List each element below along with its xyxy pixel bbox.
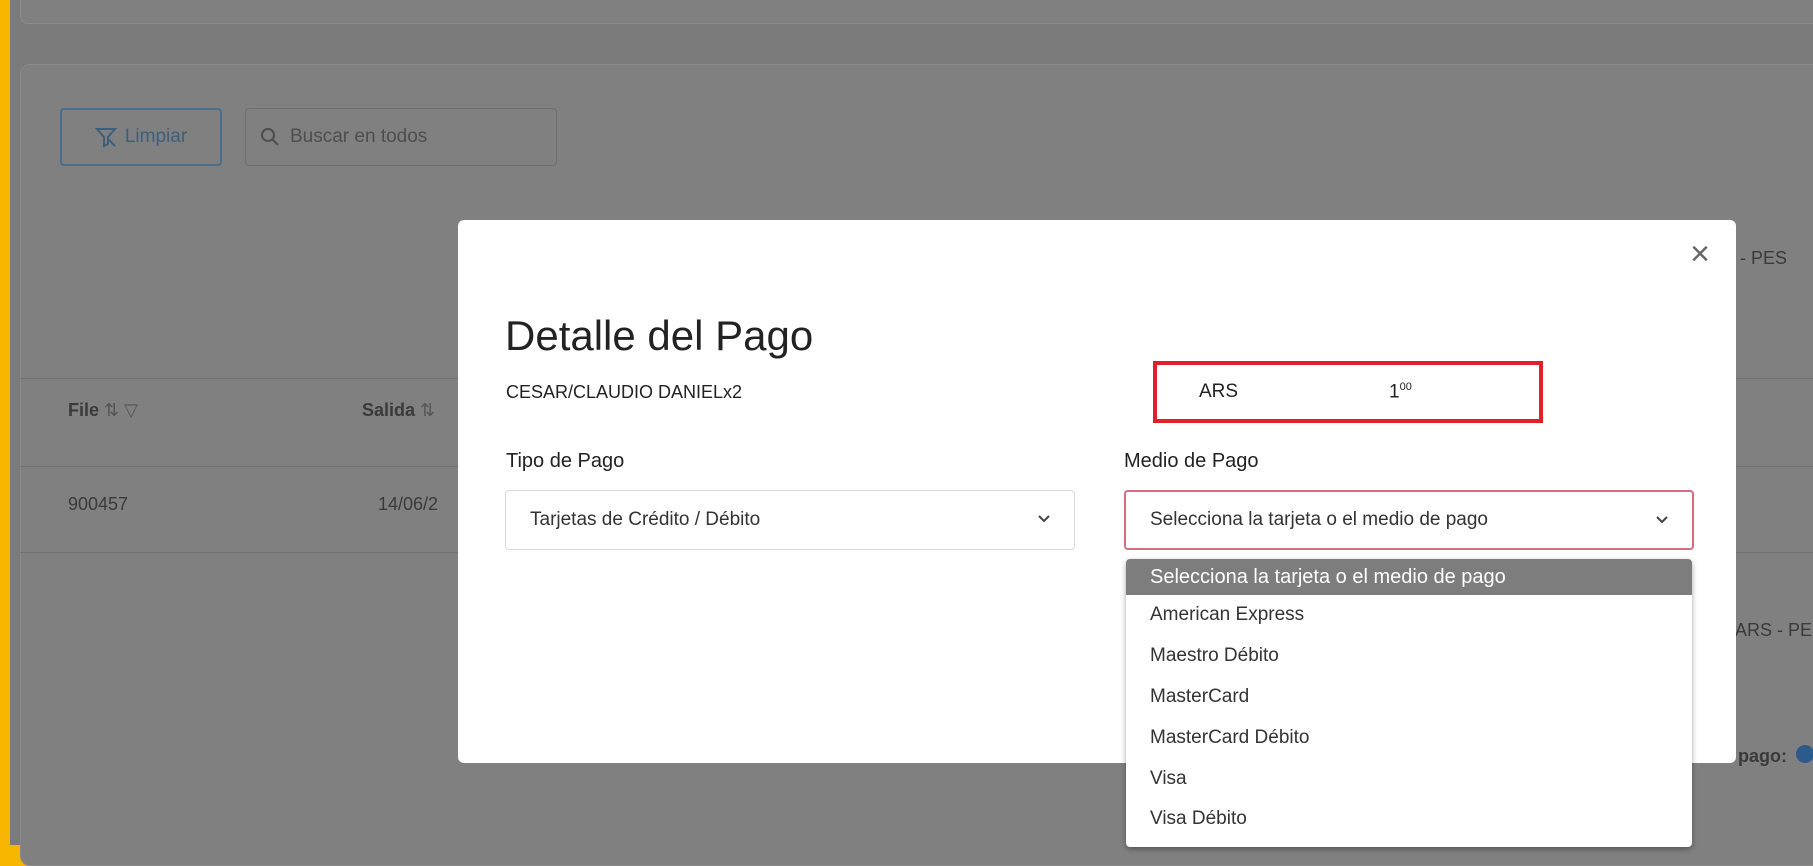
passenger-name: CESAR/CLAUDIO DANIELx2 xyxy=(506,382,743,402)
search-placeholder: Buscar en todos xyxy=(290,126,428,147)
column-header-salida-label: Salida xyxy=(362,400,416,420)
column-header-salida[interactable]: Salida ⇅ xyxy=(362,400,435,421)
dropdown-option[interactable]: MasterCard xyxy=(1126,677,1692,718)
payment-type-value: Tarjetas de Crédito / Débito xyxy=(530,509,761,530)
payment-method-value: Selecciona la tarjeta o el medio de pago xyxy=(1150,509,1489,530)
row-file-value: 900457 xyxy=(68,494,129,514)
search-input[interactable]: Buscar en todos xyxy=(245,108,557,166)
dropdown-option[interactable]: American Express xyxy=(1126,595,1692,636)
filter-clear-icon xyxy=(94,128,117,148)
payment-amount: 100 xyxy=(1389,381,1412,403)
tipo-de-pago-label: Tipo de Pago xyxy=(506,450,625,472)
currency-label-right-2: ARS - PE xyxy=(1735,620,1813,640)
info-icon[interactable] xyxy=(1796,745,1813,763)
sort-filter-icon[interactable]: ⇅ ▽ xyxy=(104,400,138,420)
currency-code: ARS xyxy=(1199,381,1239,402)
dropdown-option[interactable]: Visa xyxy=(1126,758,1692,799)
chevron-down-icon xyxy=(1656,516,1668,524)
search-icon xyxy=(261,128,279,146)
clear-filters-label: Limpiar xyxy=(124,126,188,147)
chevron-down-icon xyxy=(1038,515,1050,523)
payment-method-dropdown: Selecciona la tarjeta o el medio de pago… xyxy=(1126,559,1692,847)
column-header-file[interactable]: File ⇅ ▽ xyxy=(68,400,138,421)
column-header-file-label: File xyxy=(68,400,100,420)
top-card xyxy=(20,0,1813,24)
row-salida-value: 14/06/2 xyxy=(378,494,439,514)
modal-title: Detalle del Pago xyxy=(505,312,814,359)
dropdown-option[interactable]: Visa Débito xyxy=(1126,799,1692,840)
amount-integer: 1 xyxy=(1389,381,1400,403)
amount-decimals: 00 xyxy=(1399,381,1412,393)
clear-filters-button[interactable]: Limpiar xyxy=(60,108,222,166)
dropdown-option[interactable]: Maestro Débito xyxy=(1126,636,1692,677)
medio-de-pago-label: Medio de Pago xyxy=(1124,450,1259,472)
payment-method-select[interactable]: Selecciona la tarjeta o el medio de pago xyxy=(1124,490,1694,550)
dropdown-option[interactable]: MasterCard Débito xyxy=(1126,717,1692,758)
pago-label: pago: xyxy=(1738,746,1787,766)
payment-type-select[interactable]: Tarjetas de Crédito / Débito xyxy=(505,490,1075,550)
close-icon[interactable]: × xyxy=(1684,237,1716,271)
sort-icon[interactable]: ⇅ xyxy=(420,400,435,420)
dropdown-option[interactable]: Selecciona la tarjeta o el medio de pago xyxy=(1126,559,1692,595)
